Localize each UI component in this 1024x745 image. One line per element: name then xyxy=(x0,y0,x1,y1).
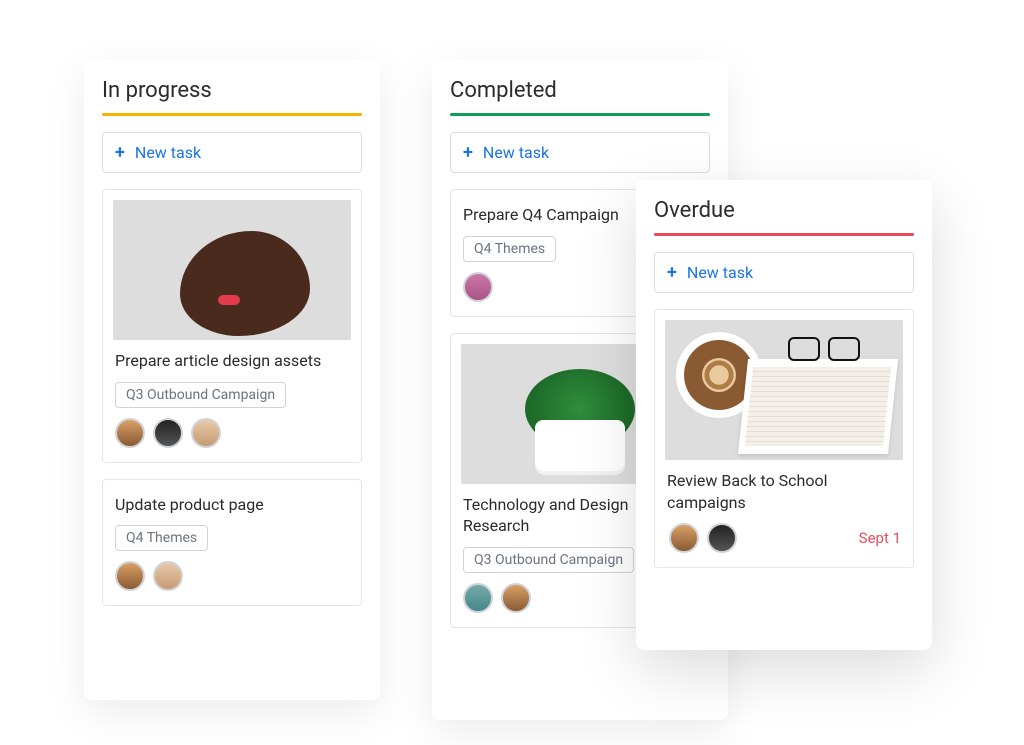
kanban-board: In progress + New task Prepare article d… xyxy=(0,0,1024,745)
task-card[interactable]: Prepare article design assets Q3 Outboun… xyxy=(102,189,362,463)
column-in-progress: In progress + New task Prepare article d… xyxy=(84,60,380,700)
avatar[interactable] xyxy=(115,561,145,591)
task-title: Review Back to School campaigns xyxy=(667,470,901,513)
task-title: Prepare article design assets xyxy=(115,350,349,372)
new-task-label: New task xyxy=(687,263,753,282)
task-avatars xyxy=(113,418,351,448)
column-divider xyxy=(654,233,914,236)
task-card[interactable]: Update product page Q4 Themes xyxy=(102,479,362,607)
new-task-button[interactable]: + New task xyxy=(654,252,914,293)
new-task-label: New task xyxy=(135,143,201,162)
task-tag[interactable]: Q4 Themes xyxy=(463,236,556,262)
column-divider xyxy=(450,113,710,116)
task-thumbnail xyxy=(665,320,903,460)
avatar[interactable] xyxy=(501,583,531,613)
avatar[interactable] xyxy=(153,561,183,591)
plus-icon: + xyxy=(667,264,677,282)
avatar[interactable] xyxy=(115,418,145,448)
avatar[interactable] xyxy=(669,523,699,553)
column-title: Overdue xyxy=(654,198,914,223)
avatar[interactable] xyxy=(463,583,493,613)
task-avatars xyxy=(667,523,739,553)
new-task-button[interactable]: + New task xyxy=(102,132,362,173)
column-title: In progress xyxy=(102,78,362,103)
column-divider xyxy=(102,113,362,116)
avatar[interactable] xyxy=(463,272,493,302)
column-title: Completed xyxy=(450,78,710,103)
new-task-button[interactable]: + New task xyxy=(450,132,710,173)
task-card[interactable]: Review Back to School campaigns Sept 1 xyxy=(654,309,914,568)
task-tag[interactable]: Q3 Outbound Campaign xyxy=(463,547,634,573)
avatar[interactable] xyxy=(153,418,183,448)
avatar[interactable] xyxy=(707,523,737,553)
avatar[interactable] xyxy=(191,418,221,448)
task-thumbnail xyxy=(113,200,351,340)
task-due-date: Sept 1 xyxy=(859,529,901,547)
task-title: Update product page xyxy=(115,494,349,516)
new-task-label: New task xyxy=(483,143,549,162)
task-avatars xyxy=(113,561,351,591)
plus-icon: + xyxy=(463,144,473,162)
task-tag[interactable]: Q4 Themes xyxy=(115,525,208,551)
task-tag[interactable]: Q3 Outbound Campaign xyxy=(115,382,286,408)
column-overdue: Overdue + New task Review Back to School… xyxy=(636,180,932,650)
plus-icon: + xyxy=(115,144,125,162)
